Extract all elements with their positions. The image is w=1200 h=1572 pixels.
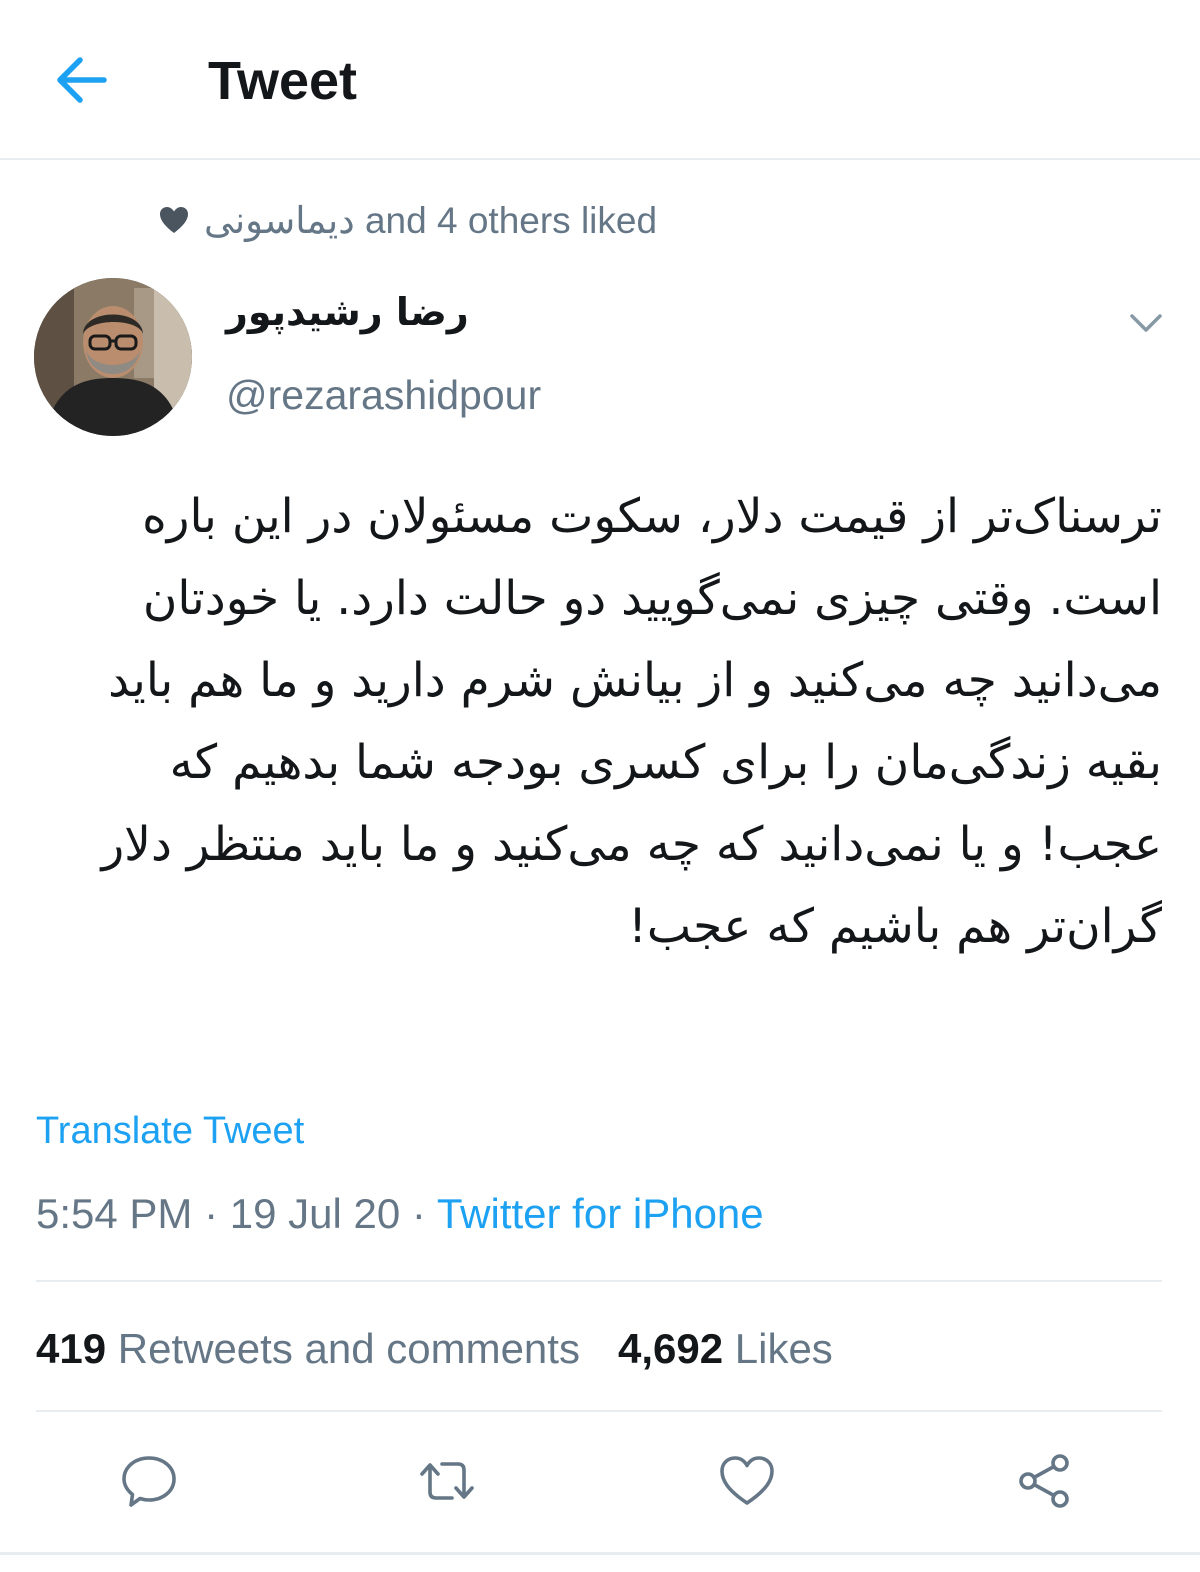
page-title: Tweet xyxy=(208,51,358,111)
arrow-left-icon[interactable] xyxy=(50,52,110,108)
tweet-date: 19 Jul 20 xyxy=(229,1190,401,1237)
tweet-text: ترسناک‌تر از قیمت دلار، سکوت مسئولان در … xyxy=(101,489,1162,954)
retweets-label: Retweets and comments xyxy=(117,1325,580,1372)
social-context[interactable]: دیماسونی and 4 others liked xyxy=(158,195,657,245)
share-icon[interactable] xyxy=(1014,1450,1076,1512)
meta-separator: · xyxy=(411,1190,426,1237)
tweet-meta: 5:54 PM · 19 Jul 20 · Twitter for iPhone xyxy=(36,1190,764,1238)
heart-filled-icon xyxy=(160,207,188,233)
social-context-text: دیماسونی and 4 others liked xyxy=(204,199,658,241)
like-icon[interactable] xyxy=(716,1450,778,1512)
author-handle[interactable]: @rezarashidpour xyxy=(226,372,541,419)
avatar[interactable] xyxy=(34,278,192,436)
tweet-stats: 419 Retweets and comments 4,692 Likes xyxy=(36,1325,833,1373)
action-bar xyxy=(0,1450,1200,1520)
divider xyxy=(0,1552,1200,1555)
divider xyxy=(36,1410,1162,1412)
reply-icon[interactable] xyxy=(118,1450,180,1512)
retweets-count: 419 xyxy=(36,1325,107,1372)
author-display-name[interactable]: رضا رشیدپور xyxy=(226,290,469,334)
avatar-photo xyxy=(34,278,192,436)
retweet-icon[interactable] xyxy=(416,1450,478,1512)
tweet-time: 5:54 PM xyxy=(36,1190,193,1237)
likes-count: 4,692 xyxy=(617,1325,724,1372)
meta-separator: · xyxy=(204,1190,219,1237)
translate-tweet-link[interactable]: Translate Tweet xyxy=(36,1110,304,1153)
likes-label: Likes xyxy=(734,1325,833,1372)
tweet-source-link[interactable]: Twitter for iPhone xyxy=(437,1190,764,1237)
chevron-down-icon[interactable] xyxy=(1124,306,1168,340)
divider xyxy=(36,1280,1162,1282)
likes-stat[interactable]: 4,692 Likes xyxy=(618,1325,833,1373)
top-bar: Tweet xyxy=(0,0,1200,160)
retweets-stat[interactable]: 419 Retweets and comments xyxy=(36,1325,580,1373)
